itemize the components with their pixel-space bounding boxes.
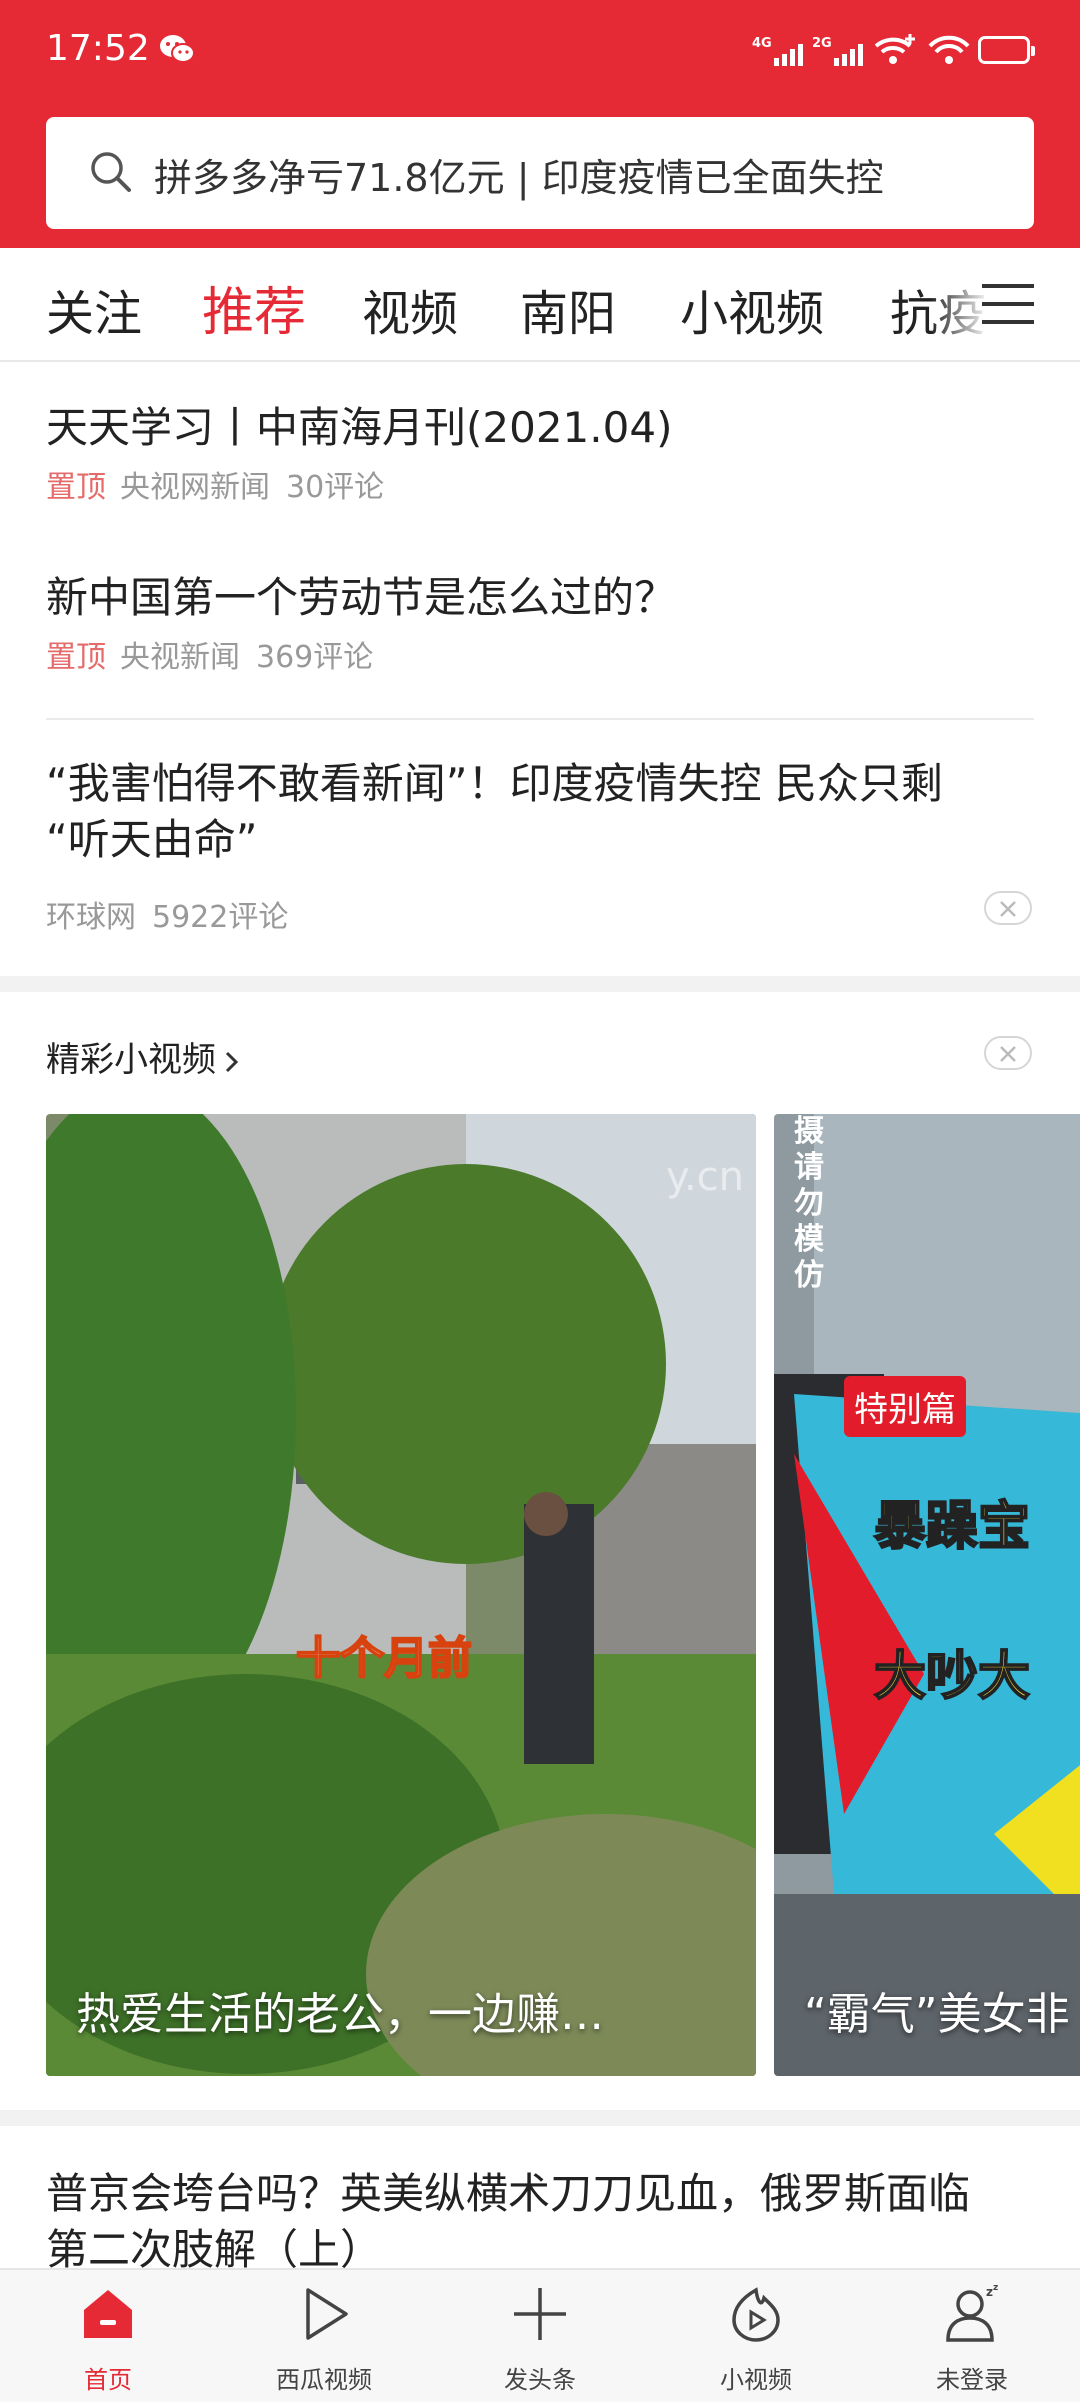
plus-icon [514, 2288, 566, 2340]
side-warning-text: 摄请勿模仿 [794, 1114, 824, 1293]
search-bar[interactable]: 拼多多净亏71.8亿元 | 印度疫情已全面失控 [46, 117, 1034, 229]
nav-profile[interactable]: z z 未登录 [864, 2270, 1080, 2402]
battery-level: 59 [991, 38, 1017, 59]
video-tag: 特别篇 [844, 1376, 966, 1437]
news-title-1[interactable]: 天天学习丨中南海月刊(2021.04) [46, 400, 672, 456]
small-video-section-title[interactable]: 精彩小视频 [46, 1032, 240, 1081]
nav-label: 西瓜视频 [276, 2366, 372, 2394]
nav-small-video[interactable]: 小视频 [648, 2270, 864, 2402]
video-card[interactable]: 十个月前 y.cn 热爱生活的老公，一边赚… [46, 1114, 756, 2076]
nav-label: 发头条 [504, 2366, 576, 2394]
news-meta-2: 置顶 央视新闻 369评论 [46, 632, 373, 676]
news-title-4[interactable]: 普京会垮台吗？英美纵横术刀刀见血，俄罗斯面临 第二次肢解（上） [46, 2166, 970, 2278]
video-caption: “霸气”美女非 [804, 1989, 1070, 2040]
svg-text:z: z [986, 2285, 993, 2299]
pinned-badge: 置顶 [46, 470, 106, 505]
bottom-navigation: 首页 西瓜视频 发头条 小视频 z z 未登录 [0, 2268, 1080, 2402]
wifi-icon [928, 35, 970, 64]
search-hot-text: 拼多多净亏71.8亿元 | 印度疫情已全面失控 [154, 156, 884, 200]
close-icon [1000, 901, 1016, 917]
wifi-plus-icon [874, 34, 915, 64]
channel-tabs: 关注 推荐 视频 南阳 小视频 抗疫 [0, 248, 1080, 362]
chevron-right-icon [225, 1051, 239, 1072]
close-icon [1000, 1046, 1016, 1062]
comment-count: 369评论 [256, 640, 374, 675]
wechat-icon [160, 35, 195, 63]
status-bar: 17:52 4G 2G 59 [0, 0, 1080, 100]
search-icon [91, 152, 131, 192]
video-caption: 热爱生活的老公，一边赚… [76, 1989, 604, 2040]
tab-video[interactable]: 视频 [362, 274, 458, 344]
tab-recommend[interactable]: 推荐 [202, 270, 306, 345]
signal-4g-icon: 4G [752, 36, 803, 66]
news-title-3-line1: “我害怕得不敢看新闻”！印度疫情失控 民众只剩 [46, 759, 943, 808]
video-card[interactable]: 特别篇 暴躁宝 大吵大 摄请勿模仿 “霸气”美女非 [774, 1114, 1080, 2076]
battery-icon: 59 [978, 36, 1035, 64]
nav-label: 小视频 [720, 2366, 792, 2394]
watermark: y.cn [666, 1154, 745, 1200]
comment-count: 5922评论 [152, 900, 289, 935]
nav-label: 未登录 [936, 2366, 1008, 2394]
svg-text:z: z [993, 2284, 998, 2293]
video-overlay-text: 暴躁宝 [873, 1496, 1031, 1558]
home-icon [84, 2290, 132, 2338]
divider [46, 718, 1034, 720]
video-overlay-text: 十个月前 [295, 1632, 473, 1685]
small-video-icon [732, 2287, 780, 2342]
nav-post[interactable]: 发头条 [432, 2270, 648, 2402]
news-meta-3: 环球网 5922评论 [46, 892, 288, 936]
news-source: 央视新闻 [120, 640, 240, 675]
video-overlay-text: 大吵大 [873, 1646, 1031, 1708]
app-header: 17:52 4G 2G 59 拼多多净亏71.8亿元 | 印度疫情已全面失控 [0, 0, 1080, 248]
nav-label: 首页 [84, 2366, 132, 2394]
section-close-button[interactable] [984, 1036, 1032, 1070]
news-source: 环球网 [46, 900, 136, 935]
comment-count: 30评论 [286, 470, 385, 505]
nav-xigua-video[interactable]: 西瓜视频 [216, 2270, 432, 2402]
video-thumbnail [46, 1114, 756, 2076]
user-icon: z z [946, 2284, 998, 2342]
svg-text:2G: 2G [812, 36, 832, 51]
tab-follow[interactable]: 关注 [46, 274, 142, 344]
dislike-button[interactable] [984, 891, 1032, 925]
nav-home[interactable]: 首页 [0, 2270, 216, 2402]
section-title-text: 精彩小视频 [46, 1040, 216, 1080]
section-separator [0, 976, 1080, 992]
news-title-4-line1: 普京会垮台吗？英美纵横术刀刀见血，俄罗斯面临 [46, 2169, 971, 2218]
news-meta-1: 置顶 央视网新闻 30评论 [46, 462, 384, 506]
news-title-2[interactable]: 新中国第一个劳动节是怎么过的？ [46, 570, 676, 626]
menu-icon[interactable] [982, 282, 1034, 326]
news-title-3-line2: “听天由命” [46, 815, 258, 864]
status-time: 17:52 [46, 28, 150, 69]
section-separator [0, 2110, 1080, 2126]
pinned-badge: 置顶 [46, 640, 106, 675]
news-source: 央视网新闻 [120, 470, 270, 505]
signal-2g-icon: 2G [812, 36, 863, 66]
tab-small-video[interactable]: 小视频 [680, 274, 824, 344]
play-icon [306, 2288, 348, 2340]
news-title-3[interactable]: “我害怕得不敢看新闻”！印度疫情失控 民众只剩 “听天由命” [46, 756, 943, 868]
tab-nanyang[interactable]: 南阳 [520, 274, 616, 344]
svg-text:4G: 4G [752, 36, 772, 51]
